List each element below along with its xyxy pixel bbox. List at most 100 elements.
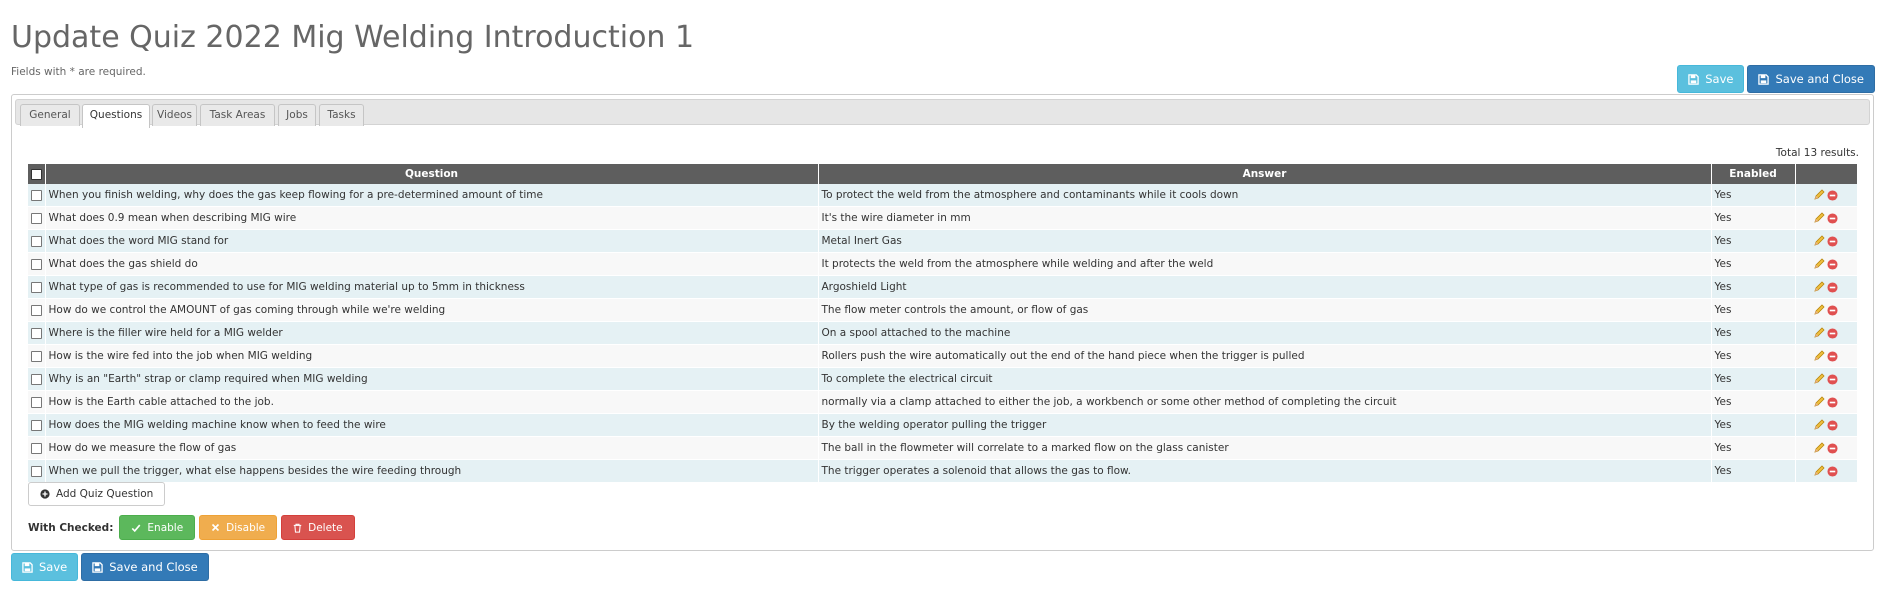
add-quiz-question-button[interactable]: Add Quiz Question — [28, 482, 166, 506]
disable-button[interactable]: Disable — [199, 515, 278, 540]
table-row: Where is the filler wire held for a MIG … — [28, 321, 1858, 345]
minus-circle-icon[interactable] — [1826, 327, 1838, 339]
save-and-close-label: Save and Close — [1775, 72, 1864, 86]
disable-label: Disable — [226, 521, 266, 534]
pencil-icon[interactable] — [1813, 373, 1825, 385]
floppy-icon — [22, 561, 33, 573]
bulk-actions: With Checked: Enable Disable Delete — [28, 515, 355, 540]
enable-button[interactable]: Enable — [119, 515, 196, 540]
table-row: When we pull the trigger, what else happ… — [28, 459, 1858, 483]
minus-circle-icon[interactable] — [1826, 442, 1838, 454]
answer-cell: The ball in the flowmeter will correlate… — [818, 436, 1712, 460]
question-cell: How do we measure the flow of gas — [45, 436, 819, 460]
minus-circle-icon[interactable] — [1826, 189, 1838, 201]
minus-circle-icon[interactable] — [1826, 212, 1838, 224]
tab-bar: General Questions Videos Task Areas Jobs… — [15, 99, 1870, 128]
row-checkbox[interactable] — [30, 327, 42, 339]
answer-cell: By the welding operator pulling the trig… — [818, 413, 1712, 437]
question-cell: How does the MIG welding machine know wh… — [45, 413, 819, 437]
enabled-column-header[interactable]: Enabled — [1711, 164, 1796, 184]
pencil-icon[interactable] — [1813, 465, 1825, 477]
minus-circle-icon[interactable] — [1826, 396, 1838, 408]
question-cell: What does the word MIG stand for — [45, 229, 819, 253]
answer-cell: It's the wire diameter in mm — [818, 206, 1712, 230]
minus-circle-icon[interactable] — [1826, 281, 1838, 293]
row-checkbox[interactable] — [30, 189, 42, 201]
row-checkbox[interactable] — [30, 212, 42, 224]
row-checkbox[interactable] — [30, 281, 42, 293]
row-select-cell — [28, 413, 46, 437]
answer-cell: To complete the electrical circuit — [818, 367, 1712, 391]
pencil-icon[interactable] — [1813, 235, 1825, 247]
row-checkbox[interactable] — [30, 304, 42, 316]
table-row: How do we control the AMOUNT of gas comi… — [28, 298, 1858, 322]
row-select-cell — [28, 252, 46, 276]
row-actions-cell — [1795, 252, 1858, 276]
pencil-icon[interactable] — [1813, 304, 1825, 316]
save-button[interactable]: Save — [1677, 65, 1745, 93]
row-checkbox[interactable] — [30, 373, 42, 385]
pencil-icon[interactable] — [1813, 442, 1825, 454]
question-cell: What does 0.9 mean when describing MIG w… — [45, 206, 819, 230]
minus-circle-icon[interactable] — [1826, 419, 1838, 431]
answer-cell: The flow meter controls the amount, or f… — [818, 298, 1712, 322]
row-checkbox[interactable] — [30, 442, 42, 454]
save-and-close-button-bottom[interactable]: Save and Close — [81, 553, 209, 581]
row-checkbox[interactable] — [30, 350, 42, 362]
minus-circle-icon[interactable] — [1826, 465, 1838, 477]
pencil-icon[interactable] — [1813, 327, 1825, 339]
question-cell: What does the gas shield do — [45, 252, 819, 276]
minus-circle-icon[interactable] — [1826, 304, 1838, 316]
table-row: What does 0.9 mean when describing MIG w… — [28, 206, 1858, 230]
floppy-icon — [92, 561, 103, 573]
enabled-cell: Yes — [1711, 184, 1796, 207]
minus-circle-icon[interactable] — [1826, 235, 1838, 247]
tab-jobs[interactable]: Jobs — [278, 104, 316, 126]
pencil-icon[interactable] — [1813, 189, 1825, 201]
enabled-cell: Yes — [1711, 206, 1796, 230]
row-select-cell — [28, 436, 46, 460]
row-actions-cell — [1795, 229, 1858, 253]
answer-column-header[interactable]: Answer — [818, 164, 1712, 184]
question-cell: What type of gas is recommended to use f… — [45, 275, 819, 299]
row-select-cell — [28, 184, 46, 207]
pencil-icon[interactable] — [1813, 419, 1825, 431]
row-select-cell — [28, 298, 46, 322]
minus-circle-icon[interactable] — [1826, 258, 1838, 270]
pencil-icon[interactable] — [1813, 396, 1825, 408]
with-checked-label: With Checked: — [28, 521, 114, 534]
enabled-cell: Yes — [1711, 252, 1796, 276]
answer-cell: Argoshield Light — [818, 275, 1712, 299]
row-actions-cell — [1795, 459, 1858, 483]
delete-button[interactable]: Delete — [281, 515, 355, 540]
tab-task-areas[interactable]: Task Areas — [200, 104, 275, 126]
save-button-bottom[interactable]: Save — [11, 553, 79, 581]
tab-tasks[interactable]: Tasks — [319, 104, 364, 126]
row-actions-cell — [1795, 413, 1858, 437]
enable-label: Enable — [147, 521, 184, 534]
tab-general[interactable]: General — [20, 104, 80, 126]
pencil-icon[interactable] — [1813, 212, 1825, 224]
question-cell: How is the wire fed into the job when MI… — [45, 344, 819, 368]
save-and-close-button[interactable]: Save and Close — [1747, 65, 1875, 93]
trash-icon — [293, 523, 302, 533]
row-actions-cell — [1795, 206, 1858, 230]
tab-videos[interactable]: Videos — [152, 104, 197, 126]
row-checkbox[interactable] — [30, 258, 42, 270]
pencil-icon[interactable] — [1813, 281, 1825, 293]
select-all-checkbox[interactable] — [30, 168, 42, 180]
row-checkbox[interactable] — [30, 419, 42, 431]
table-header-row: Question Answer Enabled — [28, 164, 1858, 184]
tab-questions[interactable]: Questions — [82, 104, 150, 128]
floppy-icon — [1758, 73, 1770, 85]
plus-circle-icon — [40, 489, 50, 499]
minus-circle-icon[interactable] — [1826, 373, 1838, 385]
row-checkbox[interactable] — [30, 235, 42, 247]
minus-circle-icon[interactable] — [1826, 350, 1838, 362]
pencil-icon[interactable] — [1813, 258, 1825, 270]
question-column-header[interactable]: Question — [45, 164, 819, 184]
row-checkbox[interactable] — [30, 396, 42, 408]
table-row: When you finish welding, why does the ga… — [28, 184, 1858, 207]
pencil-icon[interactable] — [1813, 350, 1825, 362]
row-checkbox[interactable] — [30, 465, 42, 477]
